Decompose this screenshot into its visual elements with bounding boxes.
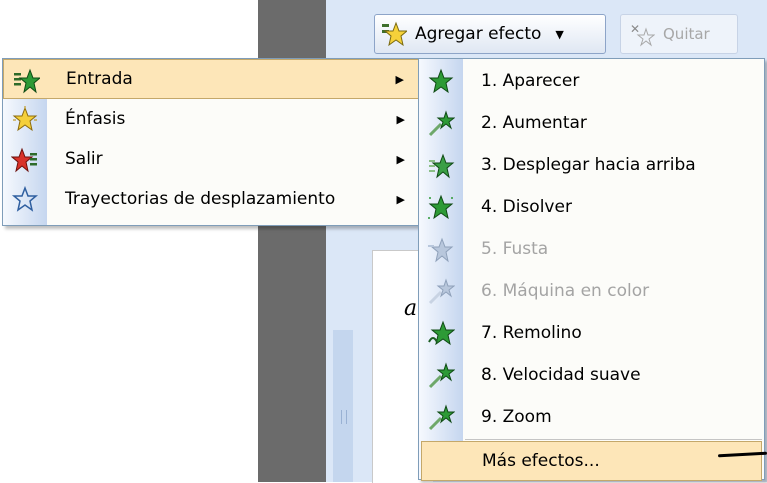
effect-label: 6. Máquina en color — [481, 281, 650, 301]
effect-zoom[interactable]: 9. Zoom — [419, 397, 764, 437]
effect-remolino[interactable]: 7. Remolino — [419, 313, 764, 353]
star-dissolve-icon — [428, 194, 454, 220]
effect-category-menu: Entrada ▶ Énfasis ▶ Salir ▶ Trayectorias… — [2, 58, 420, 226]
svg-text:✕: ✕ — [630, 22, 640, 36]
slide-text-fragment: a — [404, 296, 418, 321]
star-fly-icon — [428, 362, 455, 389]
remove-effect-icon: ✕ — [630, 22, 655, 47]
star-whip-icon — [428, 237, 454, 263]
effect-label: 1. Aparecer — [481, 71, 580, 91]
effect-label: 8. Velocidad suave — [481, 365, 641, 385]
star-green-icon — [428, 68, 454, 94]
star-fly-icon — [428, 404, 455, 431]
effect-label: 3. Desplegar hacia arriba — [481, 155, 696, 175]
submenu-arrow-icon: ▶ — [396, 192, 405, 206]
add-effect-label: Agregar efecto — [415, 24, 542, 44]
effect-label: 9. Zoom — [481, 407, 552, 427]
menu-item-salir[interactable]: Salir ▶ — [3, 139, 419, 179]
dropdown-arrow-icon: ▼ — [555, 27, 564, 41]
effect-maquina-en-color: 6. Máquina en color — [419, 271, 764, 311]
submenu-arrow-icon: ▶ — [396, 112, 405, 126]
submenu-arrow-icon: ▶ — [396, 152, 405, 166]
menu-separator — [465, 439, 762, 440]
menu-item-label: Salir — [65, 149, 103, 169]
effect-label: 7. Remolino — [481, 323, 582, 343]
remove-effect-label: Quitar — [663, 25, 710, 43]
star-swirl-icon — [428, 320, 455, 346]
scrollbar-grip[interactable] — [341, 410, 347, 424]
effect-label: 5. Fusta — [481, 239, 549, 259]
menu-item-entrada[interactable]: Entrada ▶ — [3, 59, 419, 99]
remove-effect-button[interactable]: ✕ Quitar — [620, 14, 738, 54]
scrollbar[interactable] — [333, 330, 353, 482]
add-effect-button[interactable]: Agregar efecto ▼ — [374, 14, 606, 54]
add-effect-star-icon — [382, 21, 407, 47]
entrance-effects-submenu: 1. Aparecer 2. Aumentar 3. Desplegar hac… — [418, 58, 765, 481]
effect-velocidad-suave[interactable]: 8. Velocidad suave — [419, 355, 764, 395]
effect-disolver[interactable]: 4. Disolver — [419, 187, 764, 227]
menu-item-label: Entrada — [66, 69, 133, 89]
star-yellow-icon — [12, 106, 38, 132]
effect-fusta: 5. Fusta — [419, 229, 764, 269]
menu-item-enfasis[interactable]: Énfasis ▶ — [3, 99, 419, 139]
star-color-typewriter-icon — [428, 278, 455, 305]
effect-desplegar-hacia-arriba[interactable]: 3. Desplegar hacia arriba — [419, 145, 764, 185]
effect-label: 4. Disolver — [481, 197, 572, 217]
effect-aumentar[interactable]: 2. Aumentar — [419, 103, 764, 143]
menu-item-trayectorias[interactable]: Trayectorias de desplazamiento ▶ — [3, 179, 419, 219]
star-red-icon — [11, 147, 37, 173]
star-outline-icon — [11, 186, 39, 212]
menu-item-label: Trayectorias de desplazamiento — [65, 189, 336, 209]
star-green-icon — [14, 68, 40, 94]
effect-label: 2. Aumentar — [481, 113, 587, 133]
more-effects-item[interactable]: Más efectos... — [421, 441, 762, 481]
more-effects-label: Más efectos... — [482, 451, 600, 471]
star-rise-icon — [429, 153, 455, 179]
submenu-arrow-icon: ▶ — [395, 72, 404, 86]
star-fly-icon — [428, 110, 455, 137]
effect-aparecer[interactable]: 1. Aparecer — [419, 61, 764, 101]
menu-item-label: Énfasis — [65, 109, 126, 129]
